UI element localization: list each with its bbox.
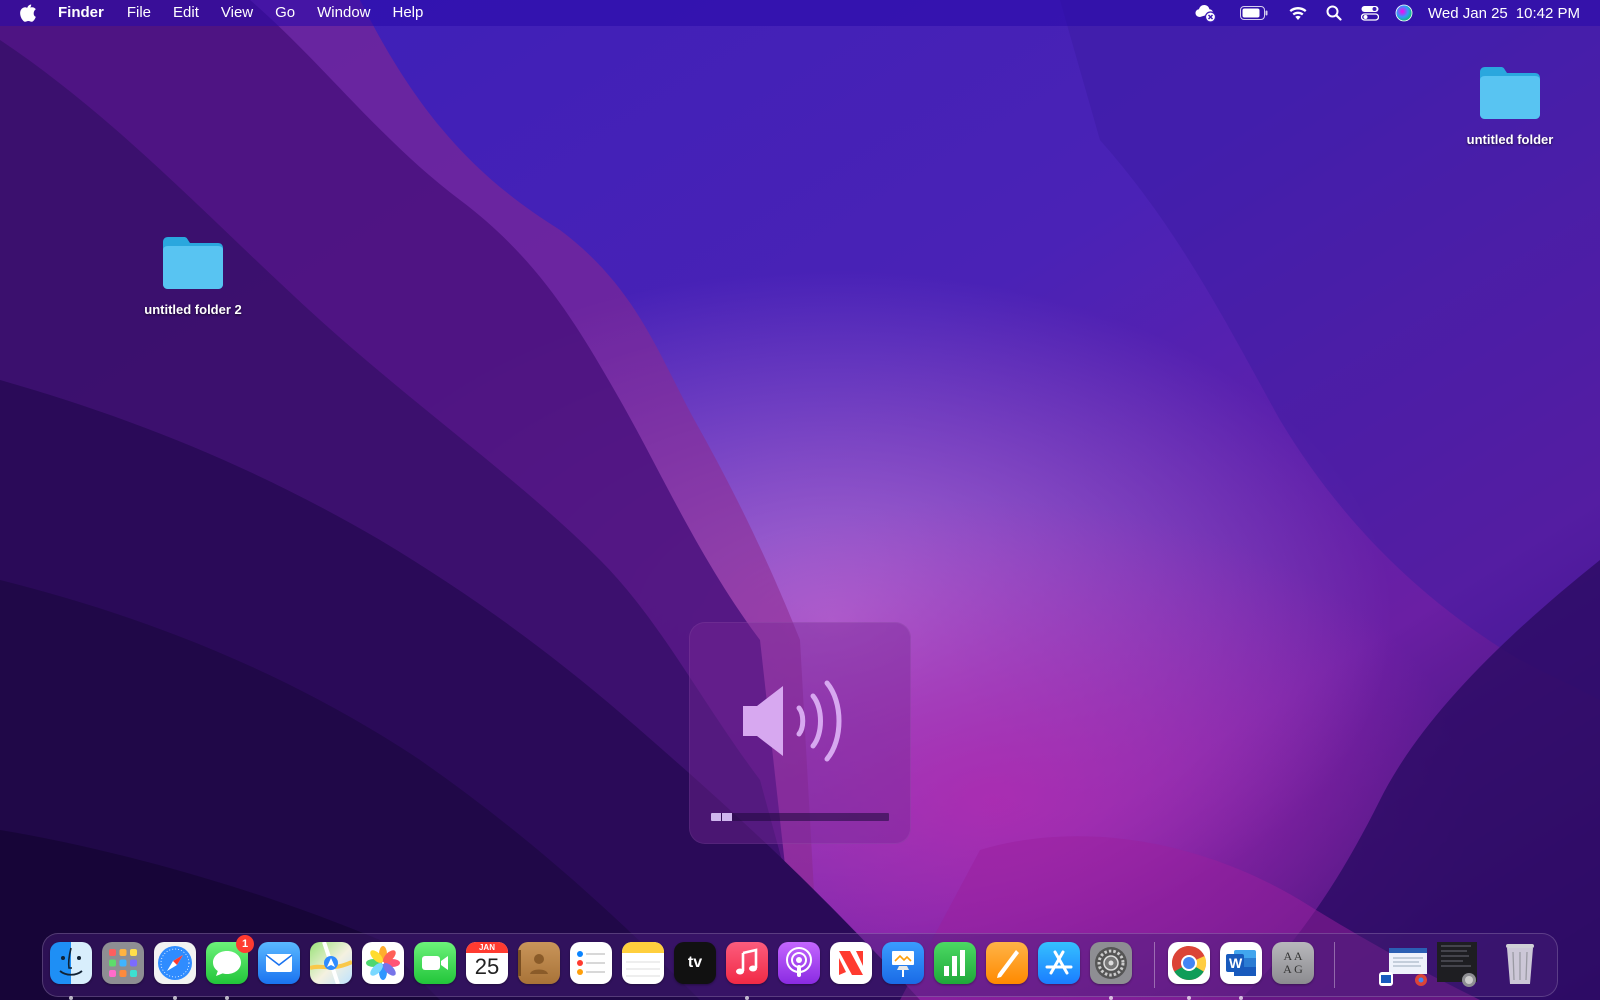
dock-app-mail[interactable] — [258, 942, 302, 986]
wifi-icon[interactable] — [1288, 0, 1308, 26]
system-preferences-icon — [1090, 942, 1132, 984]
volume-hud — [689, 622, 911, 844]
menu-view[interactable]: View — [221, 0, 253, 26]
running-indicator — [1187, 996, 1191, 1000]
dock-app-numbers[interactable] — [934, 942, 978, 986]
dock-app-facetime[interactable] — [414, 942, 458, 986]
dock-app-trash[interactable] — [1499, 942, 1543, 986]
dock-minimized-chrome-window[interactable] — [1433, 936, 1481, 987]
tv-label: tv — [687, 954, 703, 971]
dock-app-launchpad[interactable] — [102, 942, 146, 986]
contacts-icon — [518, 942, 560, 984]
clock-date: Wed Jan 25 — [1428, 4, 1508, 22]
dock-app-finder[interactable] — [50, 942, 94, 1000]
chrome-icon — [1168, 942, 1210, 984]
dock-app-pages[interactable] — [986, 942, 1030, 986]
dock: 1 JAN 25 tv W A A A G — [42, 933, 1558, 1000]
minimized-window-icon — [1379, 948, 1427, 986]
pages-icon — [986, 942, 1028, 984]
dock-minimized-word-window[interactable] — [1379, 942, 1431, 986]
news-icon — [830, 942, 872, 984]
menu-help[interactable]: Help — [393, 0, 424, 26]
dock-app-app-store[interactable] — [1038, 942, 1082, 986]
folder-icon — [1480, 67, 1540, 119]
apple-menu-icon[interactable] — [20, 4, 38, 22]
speaker-icon — [743, 680, 842, 762]
dock-app-news[interactable] — [830, 942, 874, 986]
keynote-icon — [882, 942, 924, 984]
notification-badge: 1 — [236, 935, 254, 953]
notes-icon — [622, 942, 664, 984]
dock-app-messages[interactable]: 1 — [206, 935, 254, 1000]
volume-level-fill — [711, 813, 732, 821]
running-indicator — [173, 996, 177, 1000]
photos-icon — [362, 942, 404, 984]
safari-icon — [154, 942, 196, 984]
desktop-item-label: untitled folder 2 — [144, 302, 242, 317]
clock-time: 10:42 PM — [1515, 4, 1580, 22]
desktop-item-untitled-folder[interactable]: untitled folder — [1450, 64, 1570, 147]
dock-app-podcasts[interactable] — [778, 942, 822, 986]
search-icon[interactable] — [1326, 0, 1342, 26]
facetime-icon — [414, 942, 456, 984]
font-book-glyphs: A A A G — [1283, 949, 1303, 976]
calendar-day: 25 — [474, 954, 500, 979]
dock-app-reminders[interactable] — [570, 942, 614, 986]
dock-app-notes[interactable] — [622, 942, 666, 986]
menu-bar: Finder File Edit View Go Window Help Wed… — [0, 0, 1600, 26]
dock-separator — [1154, 942, 1155, 988]
running-indicator — [225, 996, 229, 1000]
battery-icon[interactable] — [1240, 0, 1268, 26]
running-indicator — [1239, 996, 1243, 1000]
dock-app-word[interactable]: W — [1220, 942, 1264, 1000]
desktop-item-label: untitled folder — [1466, 132, 1554, 147]
running-indicator — [69, 996, 73, 1000]
mail-icon — [258, 942, 300, 984]
dock-app-maps[interactable] — [310, 942, 354, 986]
menubar-clock[interactable]: Wed Jan 25 10:42 PM — [1428, 5, 1580, 22]
calendar-month: JAN — [466, 942, 508, 953]
running-indicator — [745, 996, 749, 1000]
podcasts-icon — [778, 942, 820, 984]
calendar-icon: JAN 25 — [466, 942, 508, 984]
dock-app-calendar[interactable]: JAN 25 — [466, 942, 510, 986]
folder-icon — [163, 237, 223, 289]
menu-file[interactable]: File — [127, 0, 151, 26]
menu-go[interactable]: Go — [275, 0, 295, 26]
dock-app-safari[interactable] — [154, 942, 198, 1000]
word-icon: W — [1220, 942, 1262, 984]
running-indicator — [1109, 996, 1113, 1000]
word-letter: W — [1229, 955, 1243, 971]
dock-app-keynote[interactable] — [882, 942, 926, 986]
dock-separator — [1334, 942, 1335, 988]
launchpad-icon — [102, 942, 144, 984]
volume-level-bar — [711, 813, 889, 821]
siri-icon[interactable] — [1395, 0, 1413, 26]
menu-window[interactable]: Window — [317, 0, 370, 26]
trash-icon — [1499, 942, 1541, 984]
dock-app-photos[interactable] — [362, 942, 406, 986]
control-center-icon[interactable] — [1361, 0, 1379, 26]
font-book-icon: A A A G — [1272, 942, 1314, 984]
dock-app-music[interactable] — [726, 942, 770, 1000]
app-store-icon — [1038, 942, 1080, 984]
desktop-wallpaper — [0, 0, 1600, 1000]
maps-icon — [310, 942, 352, 984]
reminders-icon — [570, 942, 612, 984]
cloud-error-icon[interactable] — [1194, 0, 1218, 26]
music-icon — [726, 942, 768, 984]
dock-app-font-book[interactable]: A A A G — [1272, 942, 1316, 986]
dock-app-contacts[interactable] — [518, 942, 562, 986]
dock-app-tv[interactable]: tv — [674, 942, 718, 986]
menu-app-finder[interactable]: Finder — [58, 0, 104, 26]
minimized-window-icon — [1437, 936, 1477, 987]
dock-app-system-preferences[interactable] — [1090, 942, 1134, 1000]
numbers-icon — [934, 942, 976, 984]
finder-icon — [50, 942, 92, 984]
desktop-item-untitled-folder-2[interactable]: untitled folder 2 — [133, 234, 253, 317]
menu-edit[interactable]: Edit — [173, 0, 199, 26]
tv-icon: tv — [674, 942, 716, 984]
dock-app-chrome[interactable] — [1168, 942, 1212, 1000]
